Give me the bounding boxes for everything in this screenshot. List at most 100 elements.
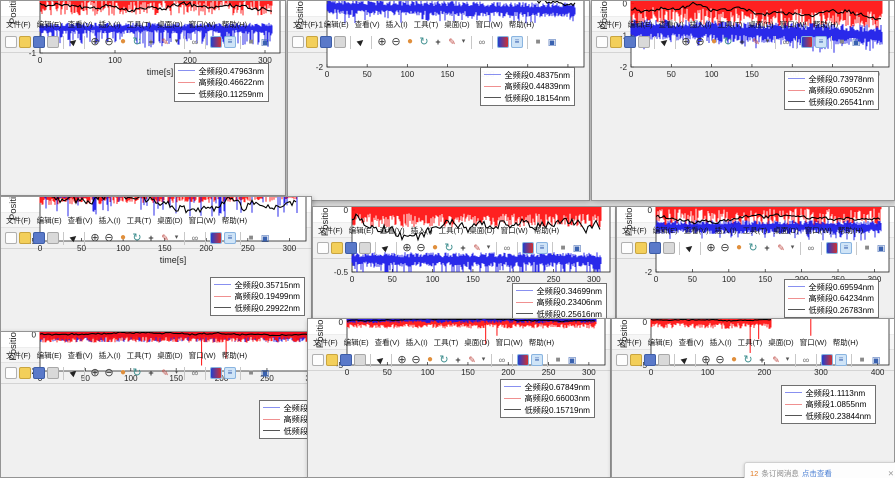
menu-item[interactable]: 窗口(W): [496, 337, 523, 348]
menu-item[interactable]: 桌面(D): [157, 215, 182, 226]
insert-legend-icon[interactable]: ≡: [531, 354, 543, 366]
menu-item[interactable]: 桌面(D): [768, 337, 793, 348]
legend[interactable]: 全频段0.69594nm高频段0.64234nm低频段0.26783nm: [784, 279, 879, 318]
zoom-out-icon[interactable]: ⊖: [719, 242, 731, 254]
menu-item[interactable]: 查看(V): [684, 225, 709, 236]
open-folder-icon[interactable]: [19, 367, 31, 379]
menu-item[interactable]: 查看(V): [355, 19, 380, 30]
print-icon[interactable]: [47, 232, 59, 244]
menu-item[interactable]: 查看(V): [679, 337, 704, 348]
window-titlebar[interactable]: 010020030010-1Position[nm]time[s] Figure…: [1, 1, 285, 17]
plot-area[interactable]: 全频段0.35715nm高频段0.19499nm低频段0.29922nm: [1, 249, 311, 338]
legend[interactable]: 全频段0.47963nm高频段0.46622nm低频段0.11259nm: [174, 63, 269, 102]
menu-item[interactable]: 文件(F): [6, 19, 31, 30]
menu-item[interactable]: 编辑(E): [648, 337, 673, 348]
rotate-3d-icon[interactable]: ↻: [131, 232, 143, 244]
dropdown-arrow-icon[interactable]: ▾: [173, 232, 180, 244]
undock-figure-icon[interactable]: ▣: [259, 367, 271, 379]
rotate-3d-icon[interactable]: ↻: [747, 242, 759, 254]
dropdown-arrow-icon[interactable]: ▾: [173, 36, 180, 48]
data-cursor-icon[interactable]: +: [761, 242, 773, 254]
undock-figure-icon[interactable]: ▣: [870, 354, 882, 366]
menu-item[interactable]: 编辑(E): [349, 225, 374, 236]
menu-item[interactable]: 工具(T): [439, 225, 464, 236]
legend[interactable]: 全频段0.67849nm高频段0.66003nm低频段0.15719nm: [500, 379, 595, 418]
menu-item[interactable]: 帮助(H): [534, 225, 559, 236]
zoom-out-icon[interactable]: ⊖: [103, 36, 115, 48]
menu-item[interactable]: 帮助(H): [222, 215, 247, 226]
data-cursor-icon[interactable]: +: [756, 354, 768, 366]
menu-item[interactable]: 桌面(D): [444, 19, 469, 30]
zoom-in-icon[interactable]: ⊕: [89, 367, 101, 379]
data-cursor-icon[interactable]: +: [145, 36, 157, 48]
open-folder-icon[interactable]: [331, 242, 343, 254]
menu-item[interactable]: 窗口(W): [501, 225, 528, 236]
menu-item[interactable]: 编辑(E): [37, 215, 62, 226]
insert-legend-icon[interactable]: ≡: [224, 232, 236, 244]
menu-item[interactable]: 工具(T): [738, 337, 763, 348]
insert-colorbar-icon[interactable]: [210, 36, 222, 48]
print-icon[interactable]: [658, 354, 670, 366]
pan-icon[interactable]: ●: [728, 354, 740, 366]
insert-legend-icon[interactable]: ≡: [511, 36, 523, 48]
menu-item[interactable]: 插入(I): [690, 19, 712, 30]
save-icon[interactable]: [340, 354, 352, 366]
menu-item[interactable]: 查看(V): [68, 350, 93, 361]
new-file-icon[interactable]: [5, 367, 17, 379]
dropdown-arrow-icon[interactable]: ▾: [789, 242, 796, 254]
data-cursor-icon[interactable]: +: [457, 242, 469, 254]
pan-icon[interactable]: ●: [117, 36, 129, 48]
dock-figure-icon[interactable]: ■: [557, 242, 569, 254]
menu-item[interactable]: 窗口(W): [189, 215, 216, 226]
zoom-in-icon[interactable]: ⊕: [89, 232, 101, 244]
undock-figure-icon[interactable]: ▣: [571, 242, 583, 254]
dock-figure-icon[interactable]: ■: [532, 36, 544, 48]
menu-item[interactable]: 工具(T): [127, 19, 152, 30]
menu-item[interactable]: 编辑(E): [37, 350, 62, 361]
menu-item[interactable]: 插入(I): [715, 225, 737, 236]
menu-item[interactable]: 编辑(E): [653, 225, 678, 236]
insert-legend-icon[interactable]: ≡: [536, 242, 548, 254]
menu-item[interactable]: 查看(V): [375, 337, 400, 348]
menu-item[interactable]: 插入(I): [99, 19, 121, 30]
brush-icon[interactable]: ✎: [159, 367, 171, 379]
menu-item[interactable]: 工具(T): [127, 215, 152, 226]
menu-item[interactable]: 桌面(D): [469, 225, 494, 236]
window-titlebar[interactable]: 0501001502002503000.50-0.5Position[nm] F…: [313, 207, 615, 223]
menu-item[interactable]: 帮助(H): [813, 19, 838, 30]
menu-item[interactable]: 工具(T): [127, 350, 152, 361]
undock-figure-icon[interactable]: ▣: [875, 242, 887, 254]
insert-legend-icon[interactable]: ≡: [835, 354, 847, 366]
menu-item[interactable]: 文件(F): [617, 337, 642, 348]
legend[interactable]: 全频段0.34699nm高频段0.23406nm低频段0.25616nm: [512, 283, 607, 322]
open-folder-icon[interactable]: [326, 354, 338, 366]
zoom-out-icon[interactable]: ⊖: [714, 354, 726, 366]
link-plots-icon[interactable]: ∞: [780, 36, 792, 48]
menu-item[interactable]: 帮助(H): [222, 350, 247, 361]
menu-item[interactable]: 窗口(W): [476, 19, 503, 30]
insert-legend-icon[interactable]: ≡: [224, 36, 236, 48]
menu-item[interactable]: 工具(T): [414, 19, 439, 30]
link-plots-icon[interactable]: ∞: [496, 354, 508, 366]
menu-item[interactable]: 插入(I): [99, 215, 121, 226]
zoom-out-icon[interactable]: ⊖: [415, 242, 427, 254]
insert-colorbar-icon[interactable]: [210, 367, 222, 379]
save-icon[interactable]: [33, 36, 45, 48]
print-icon[interactable]: [334, 36, 346, 48]
pan-icon[interactable]: ●: [708, 36, 720, 48]
open-folder-icon[interactable]: [610, 36, 622, 48]
brush-icon[interactable]: ✎: [159, 232, 171, 244]
data-cursor-icon[interactable]: +: [145, 232, 157, 244]
legend[interactable]: 全频段0.35715nm高频段0.19499nm低频段0.29922nm: [210, 277, 305, 316]
data-cursor-icon[interactable]: +: [432, 36, 444, 48]
menu-item[interactable]: 工具(T): [718, 19, 743, 30]
new-file-icon[interactable]: [317, 242, 329, 254]
zoom-out-icon[interactable]: ⊖: [390, 36, 402, 48]
menu-item[interactable]: 查看(V): [68, 215, 93, 226]
new-file-icon[interactable]: [621, 242, 633, 254]
menu-item[interactable]: 帮助(H): [838, 225, 863, 236]
menu-item[interactable]: 文件(F): [293, 19, 318, 30]
legend[interactable]: 全频段0.73978nm高频段0.69052nm低频段0.26541nm: [784, 71, 879, 110]
print-icon[interactable]: [47, 36, 59, 48]
menu-item[interactable]: 帮助(H): [529, 337, 554, 348]
